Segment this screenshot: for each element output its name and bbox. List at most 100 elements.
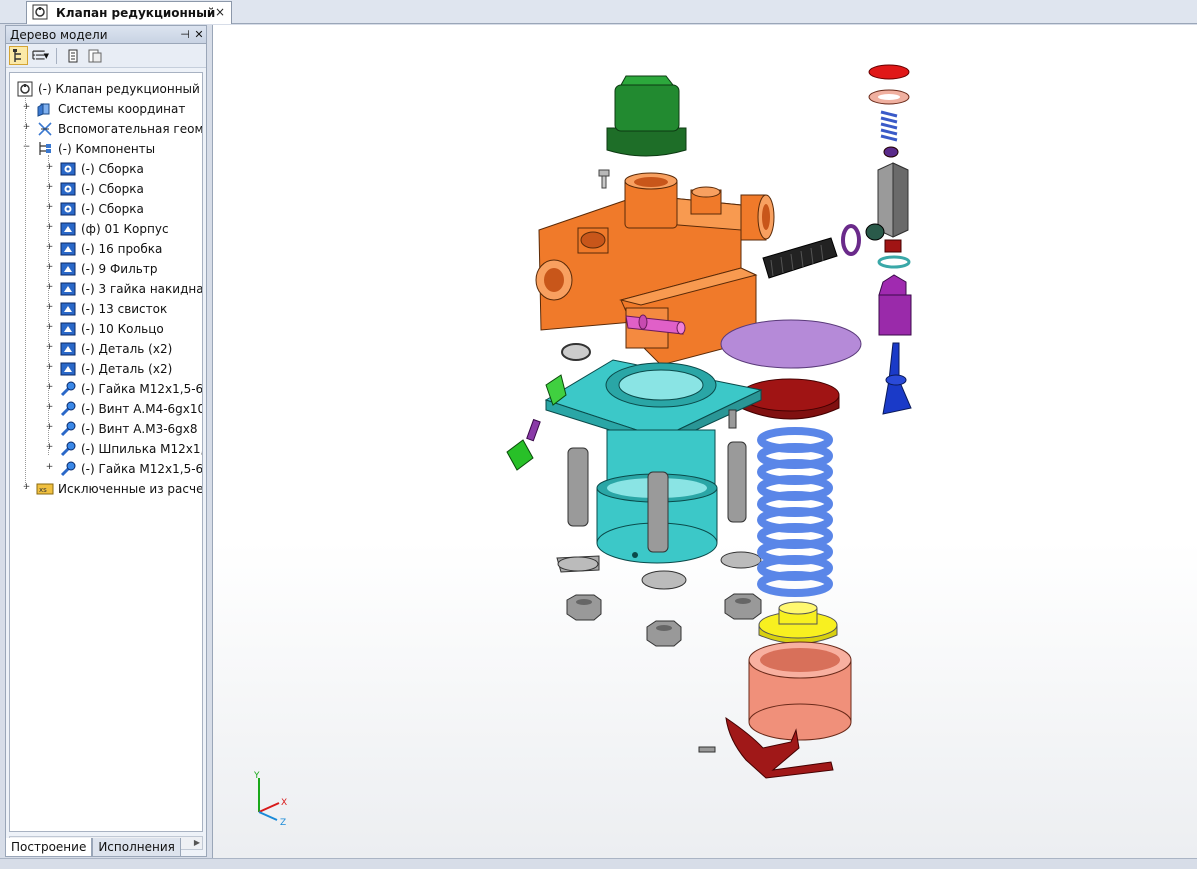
tree-item[interactable]: (-) Винт А.М4-6gx10 [59, 399, 202, 419]
subassembly-icon [59, 180, 77, 198]
tree-item[interactable]: (-) Деталь (x2) [59, 359, 172, 379]
part-icon [59, 280, 77, 298]
part-icon [59, 220, 77, 238]
spring-coil [757, 571, 833, 597]
expand-icon[interactable]: + [45, 403, 54, 413]
tab-build[interactable]: Построение [5, 838, 93, 857]
expand-icon[interactable]: + [45, 463, 54, 473]
washers-and-nuts[interactable] [556, 551, 762, 647]
expand-icon[interactable]: + [45, 243, 54, 253]
tree-connector [48, 155, 49, 455]
green-cap[interactable] [606, 75, 687, 157]
expand-icon[interactable]: + [45, 183, 54, 193]
expand-icon[interactable]: + [22, 123, 31, 133]
tree-item-label: (-) Сборка [81, 182, 144, 196]
tree-item[interactable]: (ф) 01 Корпус [59, 219, 169, 239]
scroll-right-icon[interactable]: ▶ [194, 838, 200, 847]
tab-configurations[interactable]: Исполнения [92, 838, 181, 857]
small-screw[interactable] [598, 169, 610, 189]
status-bar [0, 858, 1197, 869]
close-icon[interactable]: ✕ [192, 28, 206, 41]
tiny-screw[interactable] [698, 746, 716, 753]
expand-icon[interactable]: + [45, 263, 54, 273]
svg-text:xs: xs [39, 486, 47, 494]
tree-item[interactable]: Системы координат [36, 99, 185, 119]
tree-item[interactable]: xs Исключенные из расчета [36, 479, 203, 499]
right-column-parts[interactable] [865, 64, 912, 415]
part-icon [59, 320, 77, 338]
tree-item[interactable]: (-) Сборка [59, 159, 144, 179]
part-icon [59, 240, 77, 258]
tree-item[interactable]: (-) Винт А.М3-6gx8 Г [59, 419, 203, 439]
tree-item-label: (-) Деталь (x2) [81, 362, 173, 376]
document-tab[interactable]: Клапан редукционный × [26, 1, 232, 24]
tree-item[interactable]: (-) 9 Фильтр [59, 259, 157, 279]
violet-membrane-disc[interactable] [720, 319, 862, 369]
expand-icon[interactable]: + [45, 223, 54, 233]
document-report-button[interactable] [85, 46, 104, 65]
axis-label-x: X [281, 798, 287, 808]
part-icon [59, 300, 77, 318]
tree-item-label: (-) 16 пробка [81, 242, 163, 256]
expand-icon[interactable]: + [45, 423, 54, 433]
aux-geometry-icon [36, 120, 54, 138]
yellow-washer[interactable] [758, 601, 838, 644]
salmon-cup[interactable] [748, 641, 852, 741]
standard-part-icon [59, 420, 77, 438]
properties-icon [68, 49, 77, 62]
close-icon[interactable]: × [215, 5, 225, 19]
document-report-icon [88, 49, 101, 62]
tree-item[interactable]: (-) 16 пробка [59, 239, 162, 259]
blue-spring[interactable] [757, 427, 833, 597]
expand-icon[interactable]: + [22, 483, 31, 493]
document-tab-strip: Клапан редукционный × [0, 0, 1197, 24]
tree-item[interactable]: (-) Шпилька M12x1,5 [59, 439, 202, 459]
tree-item-label: (-) Винт А.М3-6gx8 Г [81, 422, 203, 436]
3d-viewport[interactable]: Y X Z [212, 25, 1197, 858]
tree-item[interactable]: (-) Гайка M12x1,5-6H [59, 379, 203, 399]
expand-icon[interactable]: + [45, 383, 54, 393]
tree-item[interactable]: Вспомогательная геомет [36, 119, 203, 139]
tree-item-label: (-) Гайка M12x1,5-6H [81, 462, 203, 476]
tree-item[interactable]: (-) 3 гайка накидная [59, 279, 202, 299]
tree-item-label: Системы координат [58, 102, 186, 116]
tree-item[interactable]: (-) Деталь (x2) [59, 339, 172, 359]
grey-ring[interactable] [561, 343, 591, 361]
tree-item-label: (-) Сборка [81, 162, 144, 176]
tree-item-label: (-) Деталь (x2) [81, 342, 173, 356]
tree-item-label: (-) Гайка M12x1,5-6H [81, 382, 203, 396]
expand-icon[interactable]: + [45, 203, 54, 213]
purple-o-ring[interactable] [841, 224, 861, 256]
standard-part-icon [59, 380, 77, 398]
tree-item-label: Вспомогательная геомет [58, 122, 203, 136]
tree-item-label: (-) 10 Кольцо [81, 322, 164, 336]
tree-item-label: (ф) 01 Корпус [81, 222, 169, 236]
tree-item[interactable]: (-) 13 свисток [59, 299, 167, 319]
tree-item[interactable]: (-) Сборка [59, 179, 144, 199]
expand-icon[interactable]: + [45, 363, 54, 373]
expand-icon[interactable]: + [45, 303, 54, 313]
tree-connector [25, 95, 26, 489]
tree-item[interactable]: (-) Компоненты [36, 139, 155, 159]
pin-icon[interactable]: ⊣ [178, 28, 192, 41]
properties-button[interactable] [63, 46, 82, 65]
green-fitting[interactable] [506, 374, 567, 471]
tree-item-label: Исключенные из расчета [58, 482, 203, 496]
tree-structure-icon [12, 48, 21, 62]
collapse-icon[interactable]: − [22, 143, 31, 153]
tree-item[interactable]: (-) Сборка [59, 199, 144, 219]
expand-icon[interactable]: + [45, 283, 54, 293]
tree-structure-button[interactable] [9, 46, 28, 65]
tree-item-label: (-) Компоненты [58, 142, 156, 156]
tree-item[interactable]: (-) Гайка M12x1,5-6H [59, 459, 203, 479]
axis-label-z: Z [280, 818, 286, 828]
expand-icon[interactable]: + [45, 163, 54, 173]
expand-icon[interactable]: + [45, 343, 54, 353]
tree-item[interactable]: (-) Клапан редукционный (Те [16, 79, 202, 99]
black-filter[interactable] [762, 237, 838, 279]
expand-icon[interactable]: + [45, 443, 54, 453]
expand-icon[interactable]: + [45, 323, 54, 333]
expand-icon[interactable]: + [22, 103, 31, 113]
tree-view-mode-button[interactable]: ▼ [31, 46, 50, 65]
tree-item[interactable]: (-) 10 Кольцо [59, 319, 164, 339]
